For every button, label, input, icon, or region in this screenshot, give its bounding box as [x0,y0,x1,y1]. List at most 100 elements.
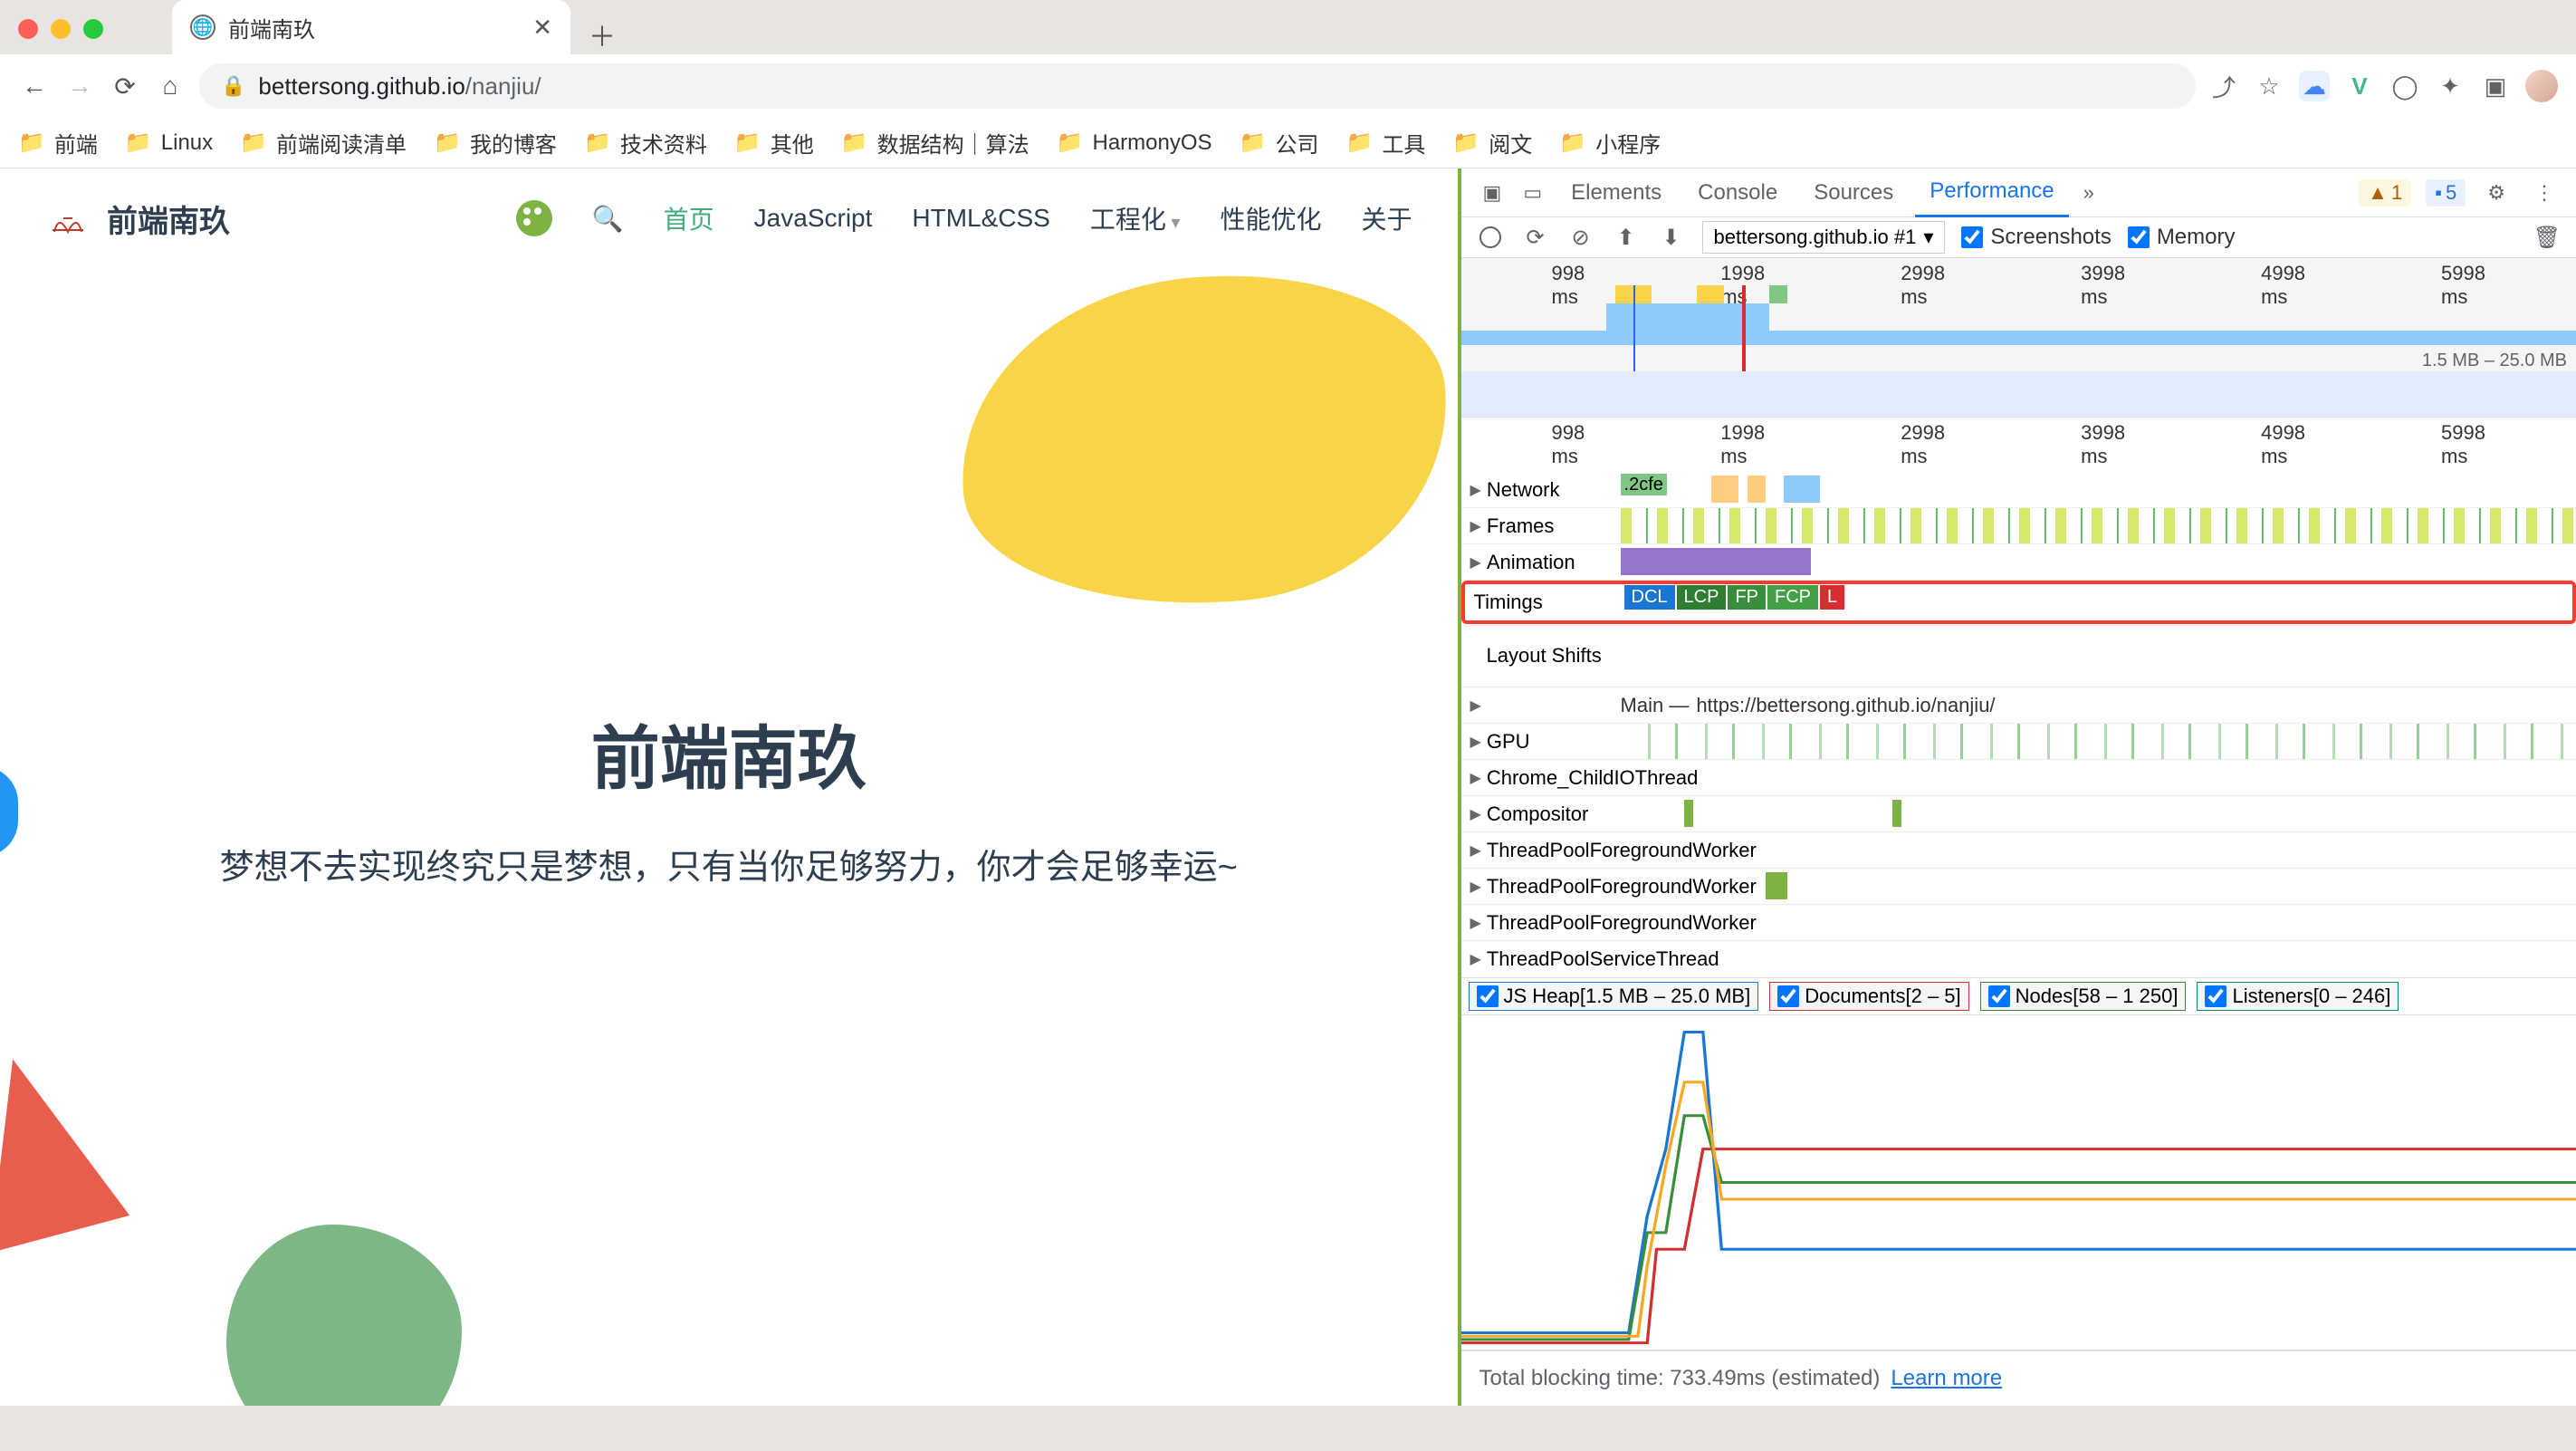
home-button[interactable]: ⌂ [154,70,187,102]
bookmark-item[interactable]: 📁前端 [18,127,98,159]
timing-badge-lcp[interactable]: LCP [1677,585,1727,610]
tab-console[interactable]: Console [1683,169,1792,216]
legend-jsheap[interactable]: JS Heap[1.5 MB – 25.0 MB] [1469,982,1759,1011]
settings-gear-icon[interactable]: ⚙ [2480,181,2513,205]
nav-engineering[interactable]: 工程化 [1090,200,1181,236]
memory-chart[interactable] [1461,1015,2576,1350]
legend-nodes[interactable]: Nodes[58 – 1 250] [1980,982,2187,1011]
folder-icon: 📁 [841,130,868,156]
issues-badge[interactable]: ▪ 5 [2426,179,2466,207]
search-icon[interactable]: 🔍 [592,204,624,234]
track-animation[interactable]: ▶Animation [1461,544,2576,581]
reload-record-button[interactable]: ⟳ [1521,223,1550,252]
download-icon[interactable]: ⬇ [1657,223,1686,252]
bookmark-item[interactable]: 📁数据结构｜算法 [841,127,1029,159]
bookmark-item[interactable]: 📁工具 [1345,127,1425,159]
profile-select[interactable]: bettersong.github.io #1 ▾ [1702,221,1946,254]
timing-badge-fcp[interactable]: FCP [1767,585,1818,610]
track-main[interactable]: ▶ Main — https://bettersong.github.io/na… [1461,687,2576,724]
tab-sources[interactable]: Sources [1799,169,1908,216]
memory-checkbox[interactable]: Memory [2128,225,2236,250]
lock-icon: 🔒 [221,74,245,98]
bookmark-item[interactable]: 📁我的博客 [434,127,557,159]
bookmark-item[interactable]: 📁技术资料 [584,127,707,159]
folder-icon: 📁 [1452,130,1480,156]
extensions-puzzle-icon[interactable]: ✦ [2435,71,2466,101]
window-maximize[interactable] [83,19,103,39]
track-gpu[interactable]: ▶GPU [1461,724,2576,760]
new-tab-button[interactable]: ＋ [589,14,616,54]
folder-icon: 📁 [734,130,761,156]
track-compositor[interactable]: ▶Compositor [1461,796,2576,832]
clear-button[interactable]: ⊘ [1566,223,1595,252]
memory-series-line [1461,1149,2576,1343]
nav-javascript[interactable]: JavaScript [754,204,873,233]
bookmark-star-icon[interactable]: ☆ [2254,71,2284,101]
bookmark-item[interactable]: 📁阅文 [1452,127,1532,159]
record-button[interactable] [1476,223,1505,252]
forward-button[interactable]: → [63,70,96,102]
upload-icon[interactable]: ⬆ [1612,223,1641,252]
nav-performance[interactable]: 性能优化 [1220,200,1321,236]
address-bar[interactable]: 🔒 bettersong.github.io/nanjiu/ [199,63,2196,109]
back-button[interactable]: ← [18,70,51,102]
more-tabs-icon[interactable]: » [2076,181,2102,205]
bookmarks-bar: 📁前端 📁Linux 📁前端阅读清单 📁我的博客 📁技术资料 📁其他 📁数据结构｜算法 📁Ha… [0,118,2576,168]
screenshots-checkbox[interactable]: Screenshots [1961,225,2111,250]
extension-cloud-icon[interactable]: ☁ [2299,71,2330,101]
track-timings[interactable]: Timings DCLLCPFPFCPL [1461,581,2576,624]
track-chrome-io[interactable]: ▶Chrome_ChildIOThread [1461,760,2576,796]
nav-htmlcss[interactable]: HTML&CSS [912,204,1049,233]
tab-elements[interactable]: Elements [1556,169,1676,216]
profile-avatar[interactable] [2525,70,2558,102]
track-thread-pool-service[interactable]: ▶ThreadPoolServiceThread [1461,941,2576,977]
bookmark-item[interactable]: 📁其他 [734,127,814,159]
folder-icon: 📁 [584,130,611,156]
track-layout-shifts[interactable]: Layout Shifts [1461,624,2576,687]
warnings-badge[interactable]: ▲ 1 [2359,179,2411,207]
palette-icon[interactable] [516,200,552,236]
reload-button[interactable]: ⟳ [109,70,141,102]
tab-performance[interactable]: Performance [1915,168,2068,217]
track-thread-pool-fg-3[interactable]: ▶ThreadPoolForegroundWorker [1461,905,2576,941]
bookmark-item[interactable]: 📁前端阅读清单 [240,127,407,159]
track-thread-pool-fg-2[interactable]: ▶ThreadPoolForegroundWorker [1461,869,2576,905]
timeline-overview[interactable]: 998 ms1998 ms2998 ms3998 ms4998 ms5998 m… [1461,258,2576,418]
vue-devtools-icon[interactable]: V [2344,71,2375,101]
timing-badge-l[interactable]: L [1820,585,1844,610]
nav-about[interactable]: 关于 [1362,200,1412,236]
timing-badge-fp[interactable]: FP [1728,585,1766,610]
delete-icon[interactable]: 🗑 [2533,223,2562,252]
timing-badge-dcl[interactable]: DCL [1624,585,1675,610]
url-text: bettersong.github.io/nanjiu/ [258,72,541,101]
window-minimize[interactable] [51,19,71,39]
close-icon[interactable]: ✕ [532,14,552,42]
track-network[interactable]: ▶Network .2cfe [1461,472,2576,508]
folder-icon: 📁 [1057,130,1084,156]
legend-documents[interactable]: Documents[2 – 5] [1769,982,1968,1011]
bookmark-item[interactable]: 📁HarmonyOS [1057,130,1212,156]
bookmark-item[interactable]: 📁公司 [1240,127,1319,159]
track-frames[interactable]: ▶Frames [1461,508,2576,544]
folder-icon: 📁 [18,130,45,156]
bookmark-item[interactable]: 📁Linux [125,130,213,156]
window-close[interactable] [18,19,38,39]
nav-home[interactable]: 首页 [664,200,714,236]
kebab-menu-icon[interactable]: ⋮ [2527,181,2562,205]
bookmark-item[interactable]: 📁小程序 [1559,127,1661,159]
extension-circle-icon[interactable]: ◯ [2389,71,2420,101]
browser-tab[interactable]: 🌐 前端南玖 ✕ [172,0,570,54]
inspect-element-icon[interactable]: ▣ [1476,181,1509,205]
folder-icon: 📁 [1240,130,1267,156]
memory-range-label: 1.5 MB – 25.0 MB [2422,351,2567,371]
folder-icon: 📁 [240,130,267,156]
track-thread-pool-fg-1[interactable]: ▶ThreadPoolForegroundWorker [1461,832,2576,869]
folder-icon: 📁 [434,130,461,156]
legend-listeners[interactable]: Listeners[0 – 246] [2197,982,2399,1011]
bottom-status: Total blocking time: 733.49ms (estimated… [1461,1350,2576,1406]
folder-icon: 📁 [1559,130,1586,156]
learn-more-link[interactable]: Learn more [1891,1366,2002,1391]
share-icon[interactable]: ⤴ [2208,71,2239,101]
device-toolbar-icon[interactable]: ▭ [1516,181,1549,205]
sidepanel-icon[interactable]: ▣ [2480,71,2511,101]
